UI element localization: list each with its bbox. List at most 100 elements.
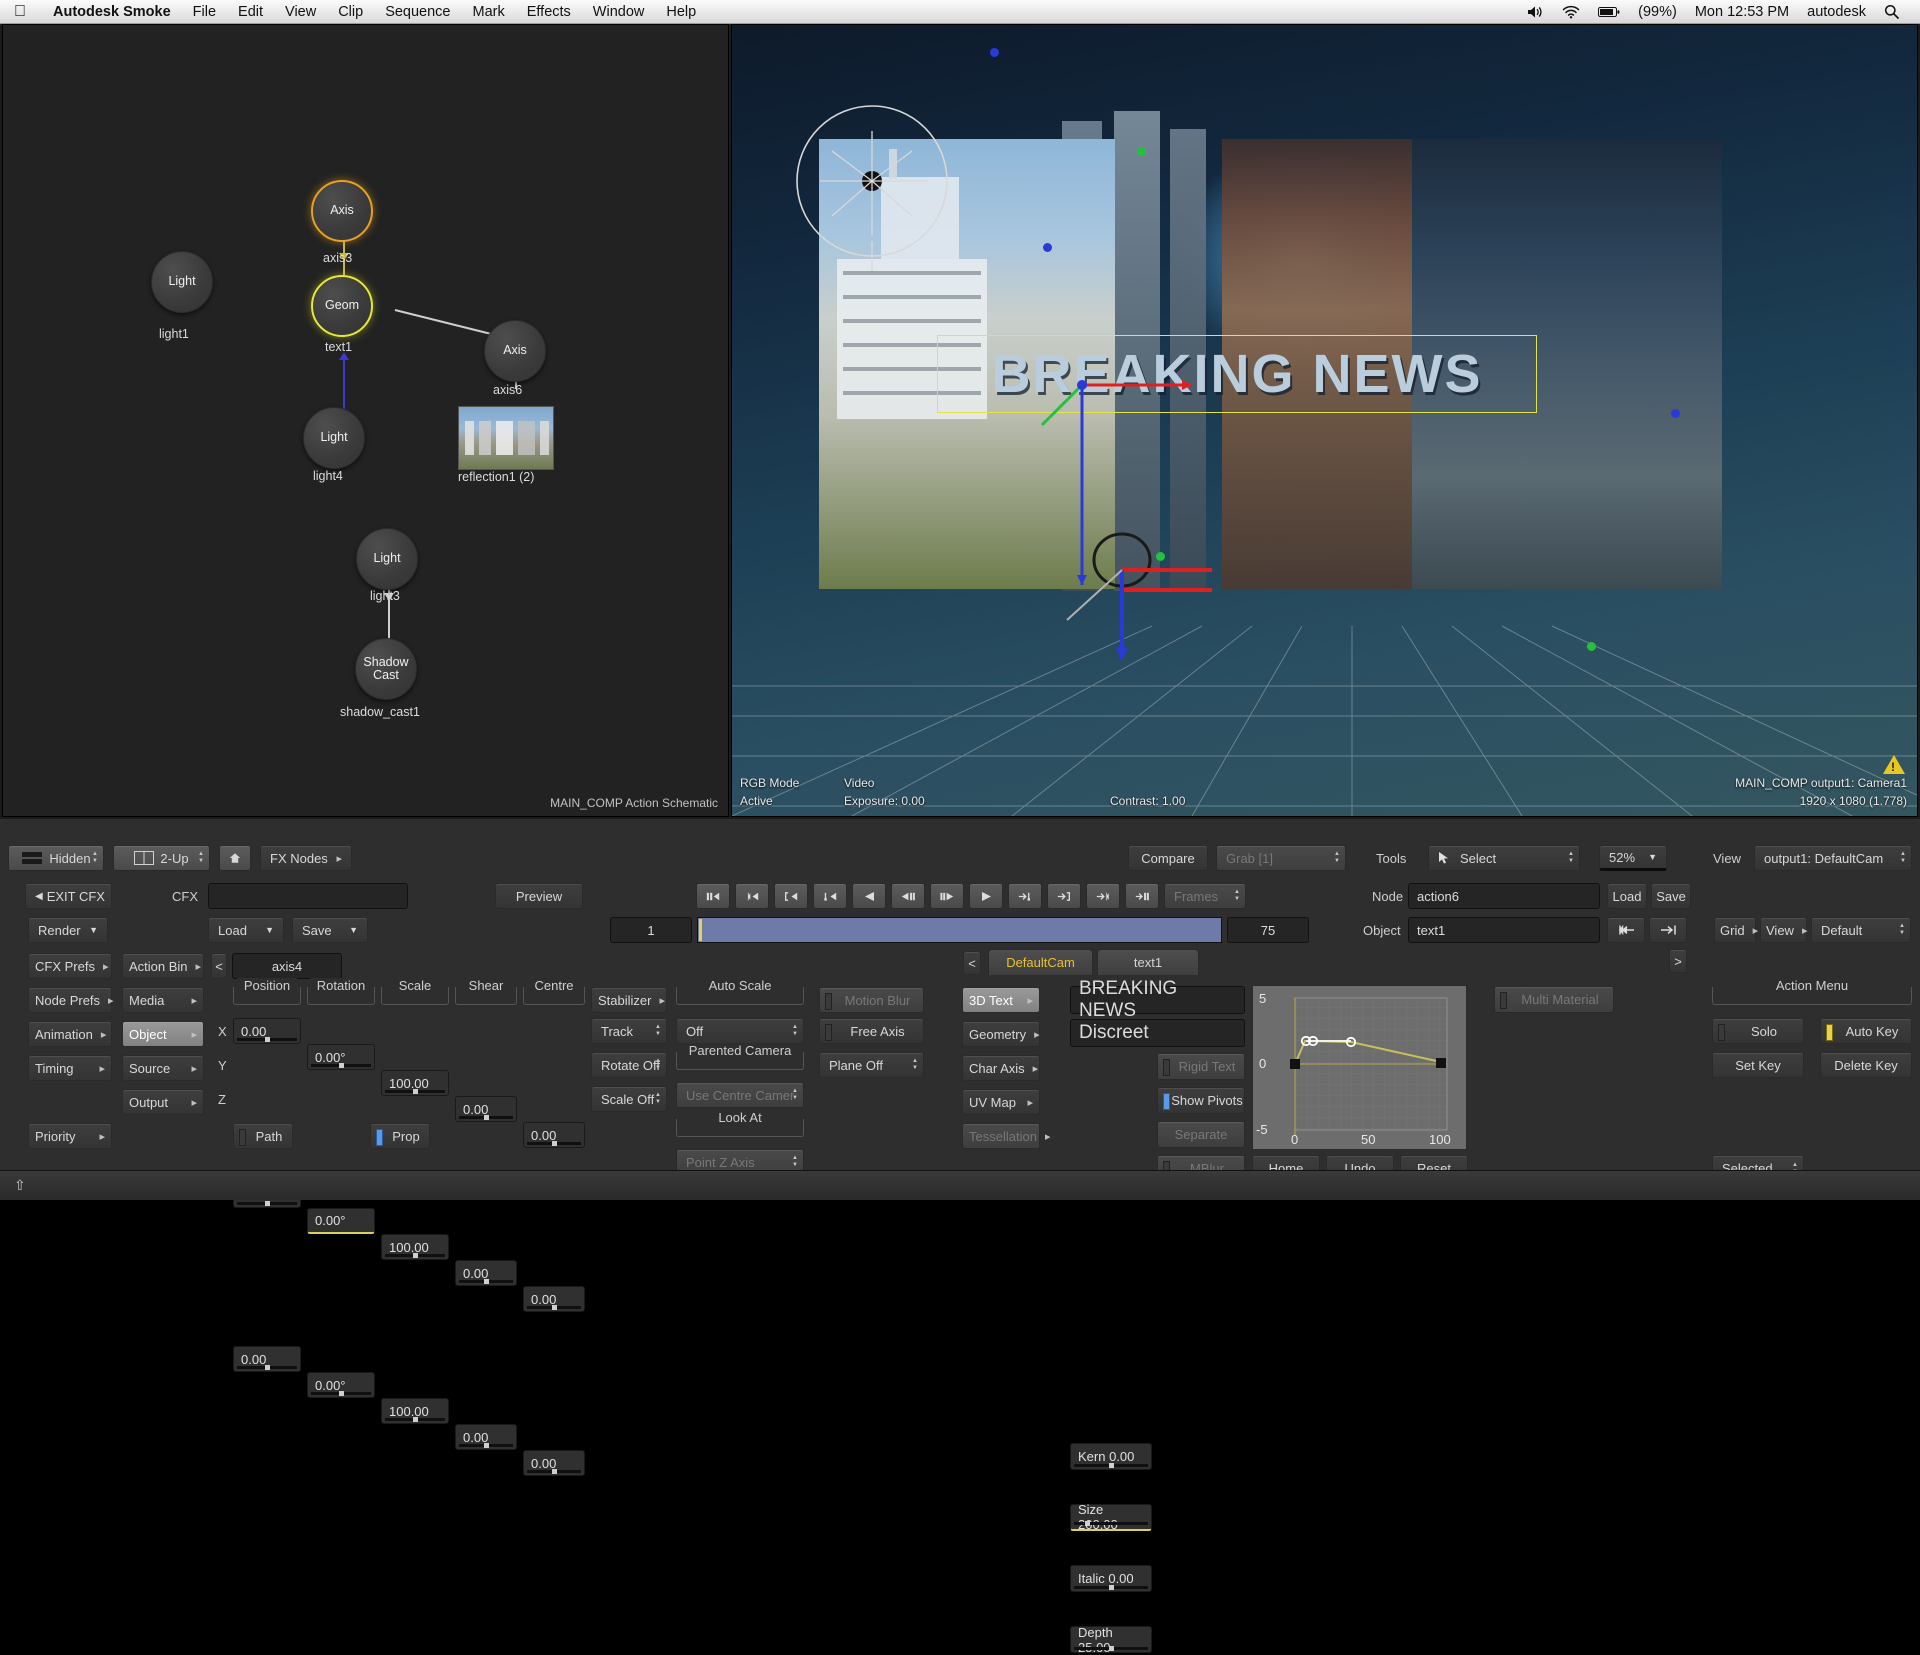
node-thumbnail-reflection1[interactable] <box>458 406 554 470</box>
rigid-text-toggle[interactable]: Rigid Text <box>1157 1053 1245 1080</box>
up-arrow-icon[interactable]: ⇧ <box>14 1177 26 1194</box>
axis-field[interactable]: axis4 <box>232 953 342 979</box>
rotation-z-input[interactable]: 0.00° <box>307 1372 375 1398</box>
handle-dot-blue[interactable] <box>1043 243 1052 252</box>
light-gizmo[interactable] <box>772 81 972 281</box>
apple-logo-icon[interactable]:  <box>14 3 26 20</box>
menu-item-effects[interactable]: Effects <box>516 0 582 24</box>
centre-y-input[interactable]: 0.00 <box>523 1286 585 1312</box>
timeline-scrubber[interactable] <box>697 917 1222 943</box>
cfx-prefs-button[interactable]: CFX Prefs <box>28 953 112 979</box>
transport-to-end[interactable] <box>1125 883 1159 909</box>
animation-button[interactable]: Animation <box>28 1021 112 1047</box>
rotate-off-selector[interactable]: Rotate Off <box>591 1052 667 1078</box>
user-name[interactable]: autodesk <box>1798 0 1875 24</box>
transport-next-key-2[interactable] <box>1086 883 1120 909</box>
transport-to-start[interactable] <box>735 883 769 909</box>
axis-gizmo-lower[interactable] <box>1062 530 1242 680</box>
viewer-panel[interactable]: BREAKING NEWS RGB Mode Active Video Expo… <box>731 24 1918 817</box>
view-menu-button[interactable]: View <box>1760 917 1807 943</box>
collapse-left-button[interactable]: < <box>211 953 227 979</box>
grab-selector[interactable]: Grab [1] <box>1216 845 1346 871</box>
node-axis6[interactable]: Axis <box>484 320 546 382</box>
frame-start-input[interactable]: 1 <box>610 917 692 943</box>
tab-text1[interactable]: text1 <box>1097 949 1199 975</box>
load-button[interactable]: Load ▼ <box>208 917 284 943</box>
position-z-input[interactable]: 0.00 <box>233 1346 301 1372</box>
track-selector[interactable]: Track <box>591 1018 667 1044</box>
zoom-selector[interactable]: 52% ▼ <box>1599 845 1667 871</box>
handle-dot-green[interactable] <box>1137 147 1146 156</box>
curve-editor-plot[interactable] <box>1253 986 1468 1151</box>
transport-next-key[interactable] <box>1008 883 1042 909</box>
menu-item-help[interactable]: Help <box>655 0 707 24</box>
menu-item-sequence[interactable]: Sequence <box>374 0 461 24</box>
italic-input[interactable]: Italic 0.00 <box>1070 1565 1152 1592</box>
multi-material-toggle[interactable]: Multi Material <box>1494 986 1614 1013</box>
auto-key-toggle[interactable]: Auto Key <box>1820 1018 1912 1044</box>
collapse-right-button[interactable]: > <box>1669 949 1687 973</box>
compare-button[interactable]: Compare <box>1128 845 1208 871</box>
collapse-object-panel-button[interactable]: < <box>963 951 981 975</box>
scale-y-input[interactable]: 100.00 <box>381 1234 449 1260</box>
tab-defaultcam[interactable]: DefaultCam <box>988 949 1093 975</box>
kern-input[interactable]: Kern 0.00 <box>1070 1443 1152 1470</box>
node-light3[interactable]: Light <box>356 528 418 590</box>
home-icon[interactable] <box>219 845 251 871</box>
exit-cfx-button[interactable]: ◀ EXIT CFX <box>25 883 112 909</box>
geometry-button[interactable]: Geometry <box>962 1021 1040 1047</box>
node-geom-text1[interactable]: Geom <box>311 275 373 337</box>
output-button[interactable]: Output <box>122 1089 204 1115</box>
node-axis3[interactable]: Axis <box>311 180 373 242</box>
transport-step-fwd[interactable] <box>930 883 964 909</box>
preview-button[interactable]: Preview <box>495 883 583 909</box>
shear-y-input[interactable]: 0.00 <box>455 1260 517 1286</box>
wifi-icon[interactable] <box>1553 5 1589 19</box>
action-schematic-panel[interactable]: Light light1 Axis axis3 Geom text1 Axis … <box>2 24 729 817</box>
plane-off-selector[interactable]: Plane Off <box>819 1052 924 1078</box>
object-input[interactable]: text1 <box>1408 917 1600 943</box>
auto-scale-selector[interactable]: Off <box>676 1018 804 1044</box>
menu-item-clip[interactable]: Clip <box>327 0 374 24</box>
frames-selector[interactable]: Frames <box>1164 883 1246 909</box>
layout-selector[interactable]: 2-Up <box>113 845 210 871</box>
transport-prev-key[interactable] <box>813 883 847 909</box>
menu-item-file[interactable]: File <box>182 0 227 24</box>
transport-prev-clip[interactable] <box>696 883 730 909</box>
node-shadow-cast1[interactable]: Shadow Cast <box>355 638 417 700</box>
depth-input[interactable]: Depth 25.00 <box>1070 1625 1152 1655</box>
volume-icon[interactable] <box>1518 5 1553 19</box>
shear-z-input[interactable]: 0.00 <box>455 1424 517 1450</box>
rotation-x-input[interactable]: 0.00° <box>307 1044 375 1070</box>
show-pivots-toggle[interactable]: Show Pivots <box>1157 1087 1245 1114</box>
parented-camera-selector[interactable]: Use Centre Camer <box>676 1082 804 1108</box>
font-name-input[interactable]: Discreet <box>1070 1019 1245 1047</box>
solo-toggle[interactable]: Solo <box>1712 1018 1804 1044</box>
handle-dot-blue[interactable] <box>990 48 999 57</box>
transport-prev-mark[interactable] <box>774 883 808 909</box>
node-input[interactable]: action6 <box>1408 883 1600 909</box>
centre-z-input[interactable]: 0.00 <box>523 1450 585 1476</box>
save-button[interactable]: Save ▼ <box>292 917 368 943</box>
rotation-y-input[interactable]: 0.00° <box>307 1208 375 1234</box>
char-axis-button[interactable]: Char Axis <box>962 1055 1040 1081</box>
stabilizer-button[interactable]: Stabilizer <box>591 987 667 1013</box>
default-selector[interactable]: Default <box>1811 917 1911 943</box>
scale-off-selector[interactable]: Scale Off <box>591 1086 667 1112</box>
node-save-button[interactable]: Save <box>1651 883 1691 909</box>
set-key-button[interactable]: Set Key <box>1712 1052 1804 1078</box>
bottom-track-bar[interactable]: ⇧ <box>0 1170 1920 1200</box>
viewer-3d-text[interactable]: BREAKING NEWS <box>937 335 1537 413</box>
object-menu-button[interactable]: Object <box>122 1021 204 1047</box>
node-light1[interactable]: Light <box>151 251 213 313</box>
node-load-button[interactable]: Load <box>1607 883 1647 909</box>
prop-toggle[interactable]: Prop <box>370 1123 430 1149</box>
fx-nodes-button[interactable]: FX Nodes <box>260 845 352 871</box>
transport-play-back[interactable] <box>852 883 886 909</box>
view-selector[interactable]: output1: DefaultCam <box>1754 845 1912 871</box>
3d-text-button[interactable]: 3D Text <box>962 987 1040 1013</box>
priority-button[interactable]: Priority <box>28 1123 112 1149</box>
node-prefs-button[interactable]: Node Prefs <box>28 987 112 1013</box>
menu-app-name[interactable]: Autodesk Smoke <box>42 0 182 24</box>
cfx-input[interactable] <box>208 883 408 909</box>
